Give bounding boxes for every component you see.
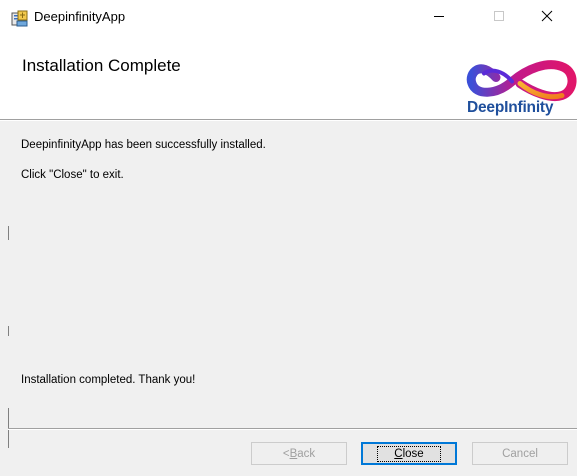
thank-you-message: Installation completed. Thank you! [21, 374, 196, 386]
close-button-focus: Close [377, 445, 441, 462]
header-banner: Installation Complete DeepInfinity [0, 32, 577, 119]
installer-icon [11, 10, 28, 27]
success-message: DeepinfinityApp has been successfully in… [21, 139, 266, 151]
logo-text: DeepInfinity [467, 99, 554, 116]
minimize-button[interactable] [416, 0, 462, 32]
maximize-button[interactable] [476, 0, 522, 32]
edge-mark [8, 226, 9, 240]
close-icon [541, 10, 553, 22]
header-separator [0, 119, 577, 121]
page-title: Installation Complete [22, 56, 181, 75]
exit-hint: Click "Close" to exit. [21, 169, 124, 181]
back-button-prefix: < [282, 447, 290, 460]
title-bar[interactable]: DeepinfinityApp [0, 0, 577, 32]
back-button-label-rest: ack [297, 447, 316, 460]
close-button[interactable]: Close [361, 442, 457, 465]
edge-mark [8, 326, 9, 336]
close-button-mnemonic: C [394, 447, 403, 460]
footer-separator [8, 428, 577, 430]
window-title: DeepinfinityApp [34, 9, 126, 24]
window-close-button[interactable] [524, 0, 570, 32]
cancel-button-label: Cancel [502, 447, 538, 460]
minimize-icon [434, 16, 444, 17]
back-button[interactable]: < Back [251, 442, 347, 465]
maximize-icon [494, 11, 504, 21]
installer-window: DeepinfinityApp Installation Complete De… [0, 0, 577, 476]
back-button-mnemonic: B [289, 447, 298, 460]
close-button-label-rest: lose [402, 447, 424, 460]
cancel-button[interactable]: Cancel [472, 442, 568, 465]
